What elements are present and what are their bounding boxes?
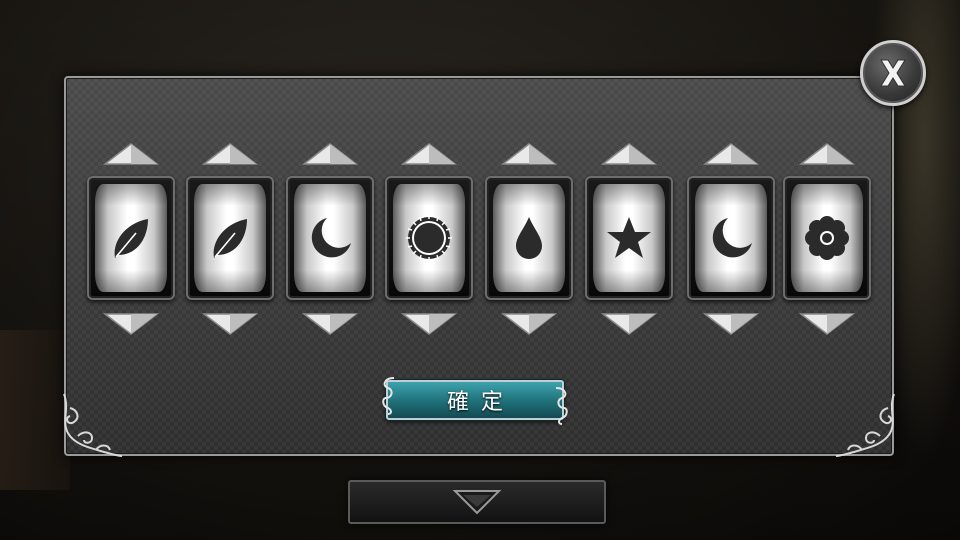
reel-6-up-arrow[interactable] bbox=[599, 142, 659, 168]
reel-5[interactable] bbox=[485, 176, 573, 300]
reel-1-up-arrow[interactable] bbox=[101, 142, 161, 168]
moon-icon bbox=[305, 213, 355, 263]
flower-icon bbox=[802, 213, 852, 263]
reel-2[interactable] bbox=[186, 176, 274, 300]
reel-2-up-arrow[interactable] bbox=[200, 142, 260, 168]
confirm-button[interactable]: 確定 bbox=[386, 380, 564, 420]
button-flourish-right bbox=[555, 387, 568, 425]
close-x-icon bbox=[880, 59, 906, 87]
reel-4-down-arrow[interactable] bbox=[399, 310, 459, 336]
corner-ornament-right bbox=[835, 393, 895, 457]
reel-1[interactable] bbox=[87, 176, 175, 300]
reel-8[interactable] bbox=[783, 176, 871, 300]
reel-3[interactable] bbox=[286, 176, 374, 300]
reel-7-up-arrow[interactable] bbox=[701, 142, 761, 168]
star-icon bbox=[604, 213, 654, 263]
reel-5-up-arrow[interactable] bbox=[499, 142, 559, 168]
chevron-down-icon bbox=[452, 490, 502, 515]
bottom-menu-toggle[interactable] bbox=[348, 480, 606, 524]
confirm-button-label: 確定 bbox=[446, 390, 515, 415]
moon-icon bbox=[706, 213, 756, 263]
reel-5-down-arrow[interactable] bbox=[499, 310, 559, 336]
drop-icon bbox=[504, 213, 554, 263]
close-button[interactable] bbox=[860, 40, 926, 106]
reel-8-down-arrow[interactable] bbox=[797, 310, 857, 336]
reel-7[interactable] bbox=[687, 176, 775, 300]
sun-icon bbox=[404, 213, 454, 263]
reel-2-down-arrow[interactable] bbox=[200, 310, 260, 336]
reel-4[interactable] bbox=[385, 176, 473, 300]
reel-3-down-arrow[interactable] bbox=[300, 310, 360, 336]
reel-6[interactable] bbox=[585, 176, 673, 300]
leaf-icon bbox=[106, 213, 156, 263]
button-flourish-left bbox=[382, 377, 395, 415]
reel-1-down-arrow[interactable] bbox=[101, 310, 161, 336]
corner-ornament-left bbox=[63, 393, 123, 457]
reel-8-up-arrow[interactable] bbox=[797, 142, 857, 168]
reel-7-down-arrow[interactable] bbox=[701, 310, 761, 336]
reel-3-up-arrow[interactable] bbox=[300, 142, 360, 168]
leaf-icon bbox=[205, 213, 255, 263]
reel-4-up-arrow[interactable] bbox=[399, 142, 459, 168]
reel-6-down-arrow[interactable] bbox=[599, 310, 659, 336]
